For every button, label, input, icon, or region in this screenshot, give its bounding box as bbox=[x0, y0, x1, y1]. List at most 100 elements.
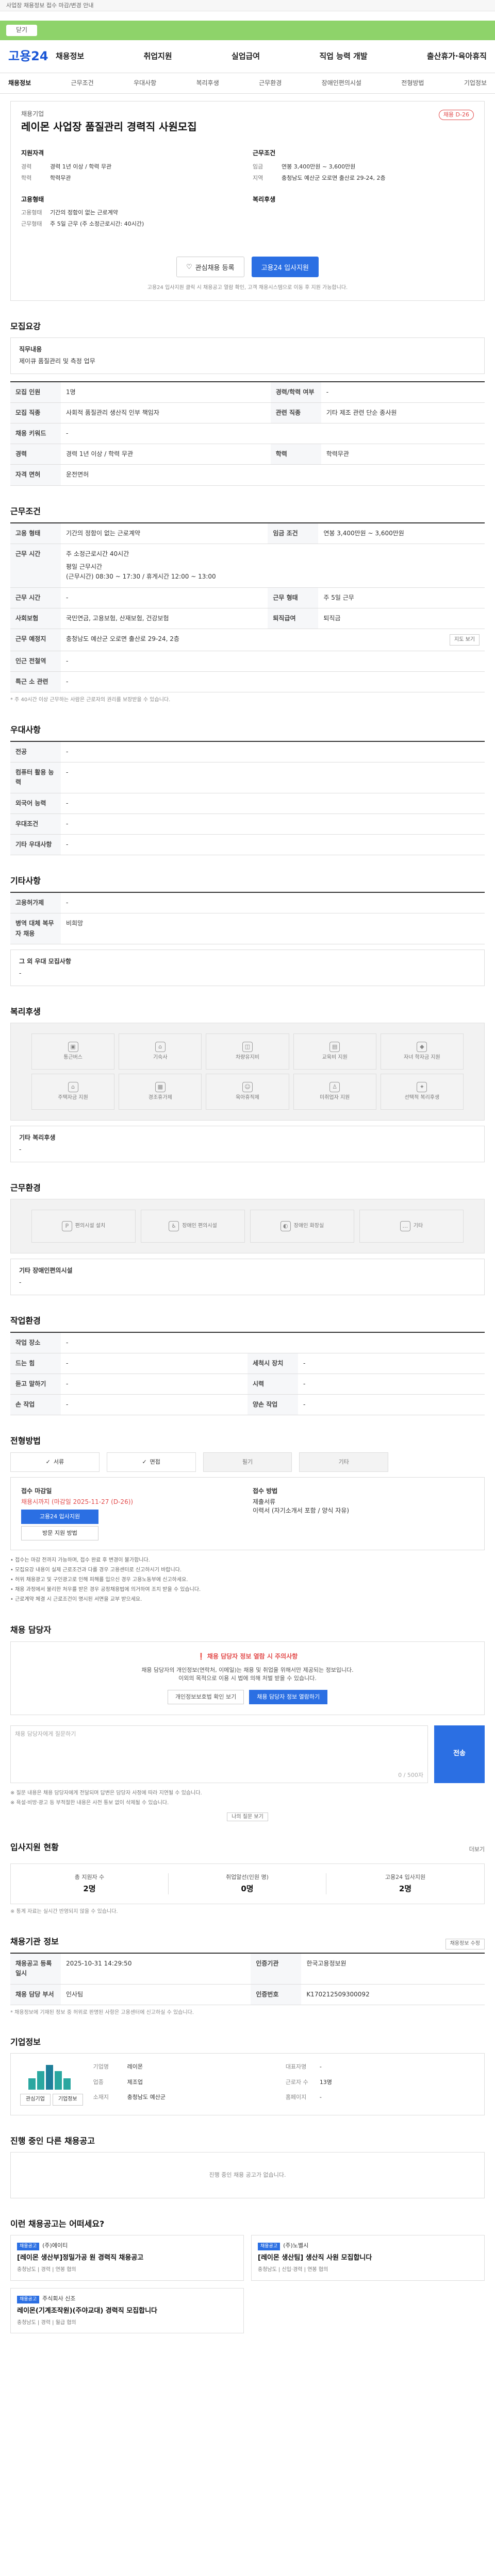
table-row: 작업 장소 - bbox=[10, 1332, 485, 1353]
table-row: 기타 우대사항 - bbox=[10, 834, 485, 856]
nav-item-training[interactable]: 직업 능력 개발 bbox=[319, 51, 367, 62]
cell-label: 특근 소 관련 bbox=[10, 671, 61, 693]
tab-jobs[interactable]: 채용정보 bbox=[8, 79, 31, 88]
tab-facilities[interactable]: 장애인편의시설 bbox=[322, 79, 361, 88]
table-row: 채용 키워드 - bbox=[10, 423, 485, 445]
table-row: 근무 시간 - 근무 형태 주 5일 근무 bbox=[10, 587, 485, 608]
cell-label: 채용 키워드 bbox=[10, 423, 61, 445]
company-section: 기업정보 관심기업 기업정보 기업명 레이몬 대표자명 - 업종 제조업 근로자 수 13명 … bbox=[10, 2036, 485, 2115]
scrap-button[interactable]: ♡ 관심채용 등록 bbox=[176, 257, 244, 278]
other-table: 고용허가제 - 병역 대체 복무자 채용 비희망 bbox=[10, 892, 485, 944]
nav-item-benefit[interactable]: 실업급여 bbox=[232, 51, 260, 62]
company-info-button[interactable]: 기업정보 bbox=[52, 2094, 83, 2106]
rec-title: [레이몬 생산팀] 생산직 사원 모집합니다 bbox=[258, 2254, 372, 2262]
cell-label: 인증기관 bbox=[251, 1953, 302, 1985]
map-button[interactable]: 지도 보기 bbox=[450, 634, 480, 646]
baby-icon: ☺ bbox=[242, 1081, 253, 1092]
recommend-card[interactable]: 채용공고 (주)노벨시 [레이몬 생산팀] 생산직 사원 모집합니다 충청남도 | 신… bbox=[251, 2235, 485, 2281]
facility-accessible: ♿ 장애인 편의시설 bbox=[141, 1209, 245, 1243]
view-contact-button[interactable]: 채용 담당자 정보 열람하기 bbox=[249, 1689, 328, 1704]
table-row: 외국어 능력 - bbox=[10, 793, 485, 814]
nav-item-leave[interactable]: 출산휴가·육아휴직 bbox=[427, 51, 487, 62]
nav-item-support[interactable]: 취업지원 bbox=[143, 51, 172, 62]
cell-value: 인사팀 bbox=[61, 1984, 251, 2005]
rec-tag: 채용공고 bbox=[258, 2243, 280, 2251]
stats-note: ※ 통계 자료는 실시간 반영되지 않을 수 있습니다. bbox=[10, 1909, 118, 1915]
privacy-check-button[interactable]: 개인정보보호법 확인 보기 bbox=[167, 1689, 244, 1704]
company-info-grid: 기업명 레이몬 대표자명 - 업종 제조업 근로자 수 13명 소재지 충청남도 예산군 홈페이… bbox=[93, 2063, 475, 2106]
method-label: 면접 bbox=[150, 1458, 160, 1465]
char-counter: 0 / 500자 bbox=[398, 1771, 423, 1778]
cell-label: 기타 우대사항 bbox=[10, 834, 61, 856]
form-value: 기간의 정함이 없는 근로계약 bbox=[50, 209, 118, 216]
recommend-card[interactable]: 채용공고 주식회사 신조 레이몬(기계조작원)(주야교대) 경력직 모집합니다 충청남… bbox=[10, 2287, 244, 2334]
table-row: 고용허가제 - bbox=[10, 892, 485, 914]
cell-value: 주 소정근로시간 40시간 평일 근무시간 (근무시간) 08:30 ~ 17:3… bbox=[61, 544, 485, 588]
tab-company[interactable]: 기업정보 bbox=[464, 79, 487, 88]
cell-value: - bbox=[61, 814, 485, 835]
banner-close-button[interactable]: 닫기 bbox=[6, 25, 37, 36]
stats-box: 총 지원자 수 2명 취업알선(인원 명) 0명 고용24 입사지원 2명 bbox=[10, 1863, 485, 1905]
cell-value: - bbox=[298, 1374, 485, 1395]
cell-label: 인증번호 bbox=[251, 1984, 302, 2005]
cell-value: 학력무관 bbox=[321, 444, 485, 465]
wheelchair-icon: ♿ bbox=[169, 1221, 179, 1231]
cell-label: 고용허가제 bbox=[10, 892, 61, 914]
cell-label: 자격 면허 bbox=[10, 464, 61, 486]
cell-value: 기타 제조 관련 단순 종사원 bbox=[321, 402, 485, 424]
cell-value: - bbox=[321, 381, 485, 403]
selection-notes: • 접수는 마감 전까지 가능하며, 접수 완료 후 변경이 불가합니다. • … bbox=[10, 1555, 485, 1604]
table-row: 모집 직종 사회적 품질관리 생산직 인부 책임자 관련 직종 기타 제조 관련 단순… bbox=[10, 402, 485, 424]
info-value: 13명 bbox=[319, 2078, 332, 2086]
note-item: • 채용 과정에서 불리한 처우를 받은 경우 공정채용법에 의거하여 조치 받… bbox=[10, 1587, 201, 1593]
other-section: 기타사항 고용허가제 - 병역 대체 복무자 채용 비희망 그 외 우대 모집사항 - bbox=[10, 875, 485, 986]
cell-label: 병역 대체 복무자 채용 bbox=[10, 913, 61, 944]
cell-label: 근무 예정지 bbox=[10, 629, 61, 651]
table-row: 근무 시간 주 소정근로시간 40시간 평일 근무시간 (근무시간) 08:30 ~… bbox=[10, 544, 485, 588]
apply-button[interactable]: 고용24 입사지원 bbox=[251, 257, 319, 278]
cell-value: - bbox=[61, 793, 485, 814]
info-label: 근로자 수 bbox=[285, 2078, 308, 2086]
tab-conditions[interactable]: 근무조건 bbox=[71, 79, 94, 88]
apply-info-card: 접수 마감일 채용시까지 (마감일 2025-11-27 (D-26)) 고용2… bbox=[10, 1477, 485, 1551]
benefit-tuition: ◆ 자녀 학자금 지원 bbox=[380, 1033, 464, 1070]
employment-type-box: 고용형태 고용형태 기간의 정함이 없는 근로계약 근무형태 주 5일 근무 (주 … bbox=[21, 195, 242, 230]
benefits-extra-box: 기타 복리후생 - bbox=[10, 1125, 485, 1162]
company-follow-button[interactable]: 관심기업 bbox=[20, 2094, 51, 2106]
banner-close-label: 닫기 bbox=[15, 26, 28, 34]
note-item: • 근로계약 체결 시 근로조건이 명시된 서면을 교부 받으세요. bbox=[10, 1597, 142, 1603]
cell-label: 손 작업 bbox=[10, 1394, 61, 1416]
tab-welfare[interactable]: 복리후생 bbox=[196, 79, 219, 88]
req-label: 학력 bbox=[21, 174, 32, 181]
facility-etc: … 기타 bbox=[359, 1209, 464, 1243]
benefit-dorm: ⌂ 기숙사 bbox=[119, 1033, 202, 1070]
stats-more-link[interactable]: 더보기 bbox=[469, 1845, 485, 1854]
table-row: 컴퓨터 활용 능력 - bbox=[10, 762, 485, 793]
question-send-button[interactable]: 전송 bbox=[434, 1725, 485, 1783]
nav-item-jobs[interactable]: 채용정보 bbox=[56, 51, 84, 62]
question-textarea[interactable]: 채용 담당자에게 질문하기 0 / 500자 bbox=[10, 1725, 428, 1783]
extra-label: 그 외 우대 모집사항 bbox=[19, 957, 71, 965]
apply-now-button[interactable]: 고용24 입사지원 bbox=[21, 1510, 98, 1524]
cell-label: 학력 bbox=[270, 444, 321, 465]
docs-value: 제출서류 이력서 (자기소개서 포함 / 양식 자유) bbox=[253, 1498, 350, 1515]
site-logo[interactable]: 고용24 bbox=[8, 47, 56, 65]
cell-label: 채용공고 등록일시 bbox=[10, 1953, 61, 1985]
my-questions-button[interactable]: 나의 질문 보기 bbox=[227, 1812, 268, 1821]
tab-environment[interactable]: 근무환경 bbox=[259, 79, 282, 88]
warning-title: 채용 담당자 정보 열람 시 주의사항 bbox=[207, 1652, 298, 1660]
prefer-heading: 우대사항 bbox=[10, 724, 41, 735]
stat-label: 취업알선(인원 명) bbox=[226, 1873, 269, 1880]
recommend-heading: 이런 채용공고는 어떠세요? bbox=[10, 2219, 105, 2229]
benefit-label: 주택자금 지원 bbox=[58, 1094, 88, 1100]
cell-value: - bbox=[61, 587, 268, 608]
work-table: 고용 형태 기간의 정함이 없는 근로계약 임금 조건 연봉 3,400만원 ~ 3,… bbox=[10, 522, 485, 693]
tab-prefer[interactable]: 우대사항 bbox=[134, 79, 156, 88]
tab-selection[interactable]: 전형방법 bbox=[401, 79, 424, 88]
parking-icon: P bbox=[61, 1221, 72, 1231]
recommend-card[interactable]: 채용공고 (주)에이티 [레이몬 생산부]정밀가공 원 경력직 채용공고 충청남도 |… bbox=[10, 2235, 244, 2281]
agency-edit-button[interactable]: 채용정보 수정 bbox=[445, 1939, 485, 1950]
method-document: ✓ 서류 bbox=[10, 1452, 100, 1472]
table-row: 특근 소 관련 - bbox=[10, 671, 485, 693]
visit-apply-button[interactable]: 방문 지원 방법 bbox=[21, 1526, 98, 1541]
